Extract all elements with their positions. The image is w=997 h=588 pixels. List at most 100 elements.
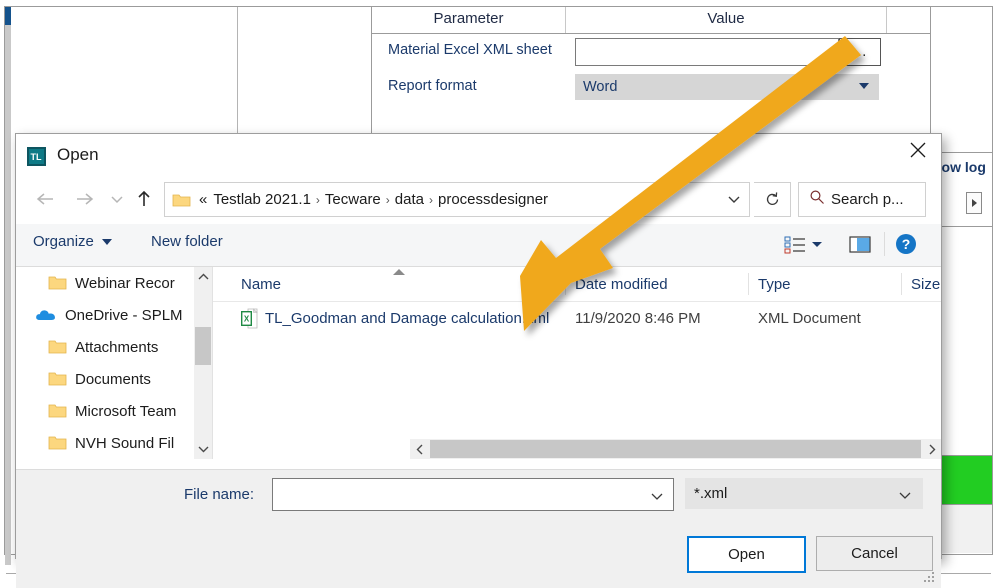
parameter-table: Parameter Value Material Excel XML sheet… (372, 7, 930, 106)
parameter-table-header: Parameter Value (372, 7, 930, 34)
material-excel-xml-sheet-input[interactable] (575, 38, 839, 66)
view-mode-icon[interactable] (774, 230, 836, 258)
file-type-filter-value: *.xml (694, 485, 728, 502)
scroll-down-icon[interactable] (194, 439, 212, 459)
column-header-name[interactable]: Name (241, 276, 281, 293)
column-header-type[interactable]: Type (758, 276, 791, 293)
parameter-label-report-format: Report format (388, 78, 477, 94)
nav-item-onedrive[interactable]: OneDrive - SPLM (16, 299, 194, 331)
svg-text:?: ? (902, 236, 911, 252)
dialog-body: Webinar Recor OneDrive - SPLM Attachment… (16, 267, 941, 469)
parameter-label-material-excel: Material Excel XML sheet (388, 42, 552, 58)
file-list-column-header: Name Date modified Type Size (213, 267, 941, 302)
open-file-dialog: TL Open « Testlab 2021.1 › Tecware › dat… (15, 133, 942, 588)
back-arrow-icon[interactable] (30, 184, 60, 214)
nav-item-documents[interactable]: Documents (16, 363, 194, 395)
organize-menu-button[interactable]: Organize (33, 233, 112, 250)
resize-grip[interactable] (924, 572, 936, 584)
help-icon[interactable]: ? (889, 230, 923, 258)
folder-icon (48, 435, 67, 451)
parameter-row-material-excel: Material Excel XML sheet … (372, 34, 930, 70)
nav-item-nvh-sound-files[interactable]: NVH Sound Fil (16, 427, 194, 459)
tl-app-icon: TL (27, 146, 48, 167)
breadcrumb-separator: › (385, 192, 390, 207)
breadcrumb-separator: › (315, 192, 320, 207)
navigation-pane-scrollbar[interactable] (194, 267, 212, 459)
svg-text:TL: TL (31, 152, 42, 162)
chevron-down-icon (859, 83, 869, 89)
scrollbar-thumb[interactable] (195, 327, 211, 365)
nav-item-label: Microsoft Team (75, 402, 177, 420)
breadcrumb-item-processdesigner[interactable]: processdesigner (435, 191, 551, 208)
table-row[interactable]: X TL_Goodman and Damage calculation.xml … (213, 302, 941, 336)
nav-item-label: Attachments (75, 338, 159, 356)
header-separator (886, 7, 887, 33)
caret-right-icon (971, 199, 977, 207)
background-spin-button[interactable] (966, 192, 982, 214)
new-folder-button[interactable]: New folder (151, 233, 223, 250)
breadcrumb-item-data[interactable]: data (392, 191, 427, 208)
nav-item-label: Webinar Recor (75, 274, 175, 292)
open-button[interactable]: Open (687, 536, 806, 573)
file-date-cell: 11/9/2020 8:46 PM (575, 310, 701, 327)
folder-icon (172, 192, 192, 208)
column-divider[interactable] (901, 273, 902, 295)
breadcrumb-separator: › (428, 192, 433, 207)
navigation-pane: Webinar Recor OneDrive - SPLM Attachment… (16, 267, 194, 459)
nav-item-microsoft-teams[interactable]: Microsoft Team (16, 395, 194, 427)
close-icon[interactable] (895, 134, 941, 166)
scroll-left-icon[interactable] (410, 439, 429, 459)
scrollbar-thumb[interactable] (430, 440, 921, 458)
search-input[interactable]: Search p... (798, 182, 926, 217)
dialog-titlebar[interactable]: TL Open (16, 134, 941, 178)
background-left-accent (5, 7, 11, 25)
scroll-up-icon[interactable] (194, 267, 212, 287)
file-type-cell: XML Document (758, 310, 861, 327)
header-separator (565, 7, 566, 33)
scroll-right-icon[interactable] (922, 439, 941, 459)
parameter-row-report-format: Report format Word (372, 70, 930, 106)
svg-text:X: X (244, 314, 250, 323)
folder-icon (48, 339, 67, 355)
folder-icon (48, 371, 67, 387)
refresh-icon[interactable] (754, 182, 791, 217)
cancel-button[interactable]: Cancel (816, 536, 933, 571)
file-name-cell[interactable]: TL_Goodman and Damage calculation.xml (265, 310, 549, 327)
nav-item-label: NVH Sound Fil (75, 434, 175, 452)
chevron-down-icon[interactable] (650, 489, 664, 507)
up-arrow-icon[interactable] (129, 184, 159, 214)
folder-icon (48, 275, 67, 291)
report-format-dropdown[interactable]: Word (575, 74, 879, 100)
nav-item-label: OneDrive - SPLM (65, 306, 183, 324)
nav-item-label: Documents (75, 370, 151, 388)
report-format-value: Word (583, 79, 618, 95)
file-type-filter-dropdown[interactable]: *.xml (685, 478, 923, 509)
column-header-date-modified[interactable]: Date modified (575, 276, 668, 293)
search-icon (809, 189, 825, 210)
file-name-input[interactable] (272, 478, 674, 511)
column-divider[interactable] (748, 273, 749, 295)
nav-item-attachments[interactable]: Attachments (16, 331, 194, 363)
file-list-horizontal-scrollbar[interactable] (410, 439, 941, 459)
recent-locations-icon[interactable] (106, 184, 128, 214)
folder-icon (48, 403, 67, 419)
onedrive-cloud-icon (35, 307, 57, 323)
chevron-down-icon[interactable] (727, 192, 741, 210)
address-bar-breadcrumb[interactable]: « Testlab 2021.1 › Tecware › data › proc… (164, 182, 750, 217)
dialog-footer: File name: *.xml Open Cancel (16, 469, 941, 588)
browse-ellipsis-button[interactable]: … (839, 38, 881, 66)
nav-item-webinar-recordings[interactable]: Webinar Recor (16, 267, 194, 299)
chevron-down-icon (101, 238, 112, 245)
new-folder-label: New folder (151, 233, 223, 250)
preview-pane-icon[interactable] (841, 230, 879, 258)
breadcrumb-item-testlab[interactable]: Testlab 2021.1 (210, 191, 314, 208)
column-header-parameter: Parameter (433, 10, 504, 27)
forward-arrow-icon[interactable] (70, 184, 100, 214)
dialog-command-bar: Organize New folder ? (16, 224, 941, 267)
column-header-size[interactable]: Size (911, 276, 940, 293)
chevron-down-icon (898, 488, 912, 506)
file-list-pane: Name Date modified Type Size X TL_Goodma… (213, 267, 941, 459)
column-divider[interactable] (565, 273, 566, 295)
breadcrumb-item-tecware[interactable]: Tecware (322, 191, 384, 208)
dialog-title: Open (57, 145, 99, 164)
